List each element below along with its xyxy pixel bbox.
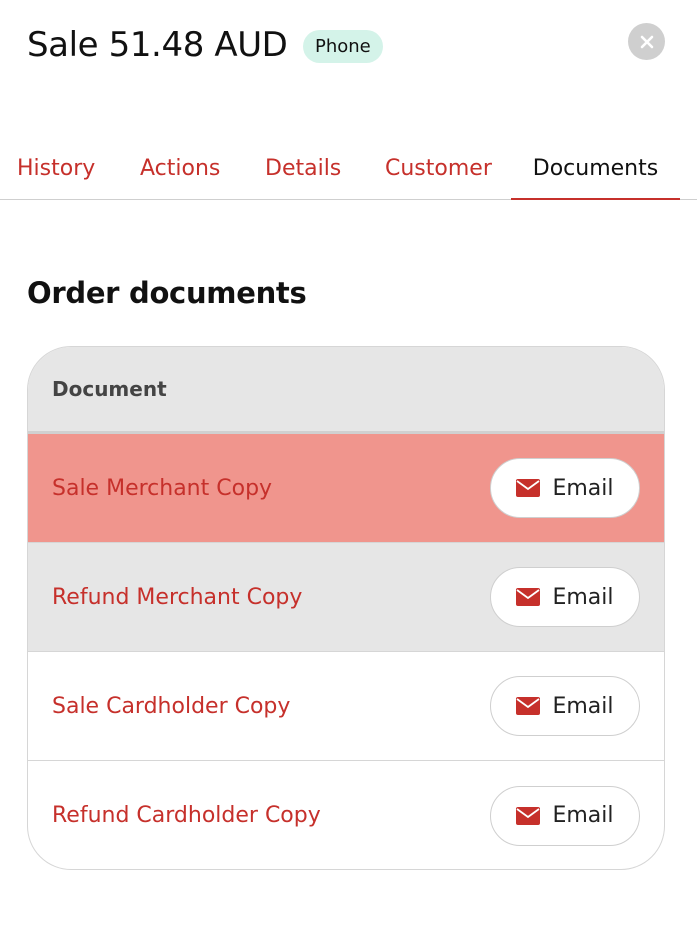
document-name: Sale Cardholder Copy <box>52 693 291 719</box>
envelope-icon <box>516 697 541 715</box>
document-name: Sale Merchant Copy <box>52 475 273 501</box>
close-icon <box>640 35 653 48</box>
email-button[interactable]: Email <box>490 785 640 846</box>
tab-documents[interactable]: Documents <box>511 150 680 200</box>
email-button-label: Email <box>552 584 614 610</box>
tab-customer[interactable]: Customer <box>385 150 492 200</box>
tab-details[interactable]: Details <box>265 150 341 200</box>
email-button-label: Email <box>552 475 614 501</box>
table-row[interactable]: Refund Cardholder Copy Email <box>28 761 664 869</box>
close-button[interactable] <box>628 23 665 60</box>
email-button[interactable]: Email <box>490 458 640 518</box>
page-title: Sale 51.48 AUD <box>27 25 288 65</box>
table-header: Document <box>28 347 664 434</box>
email-button[interactable]: Email <box>490 676 640 736</box>
documents-table: Document Sale Merchant Copy Email Refund… <box>27 346 665 870</box>
tab-bar: History Actions Details Customer Documen… <box>0 150 697 200</box>
table-row[interactable]: Sale Merchant Copy Email <box>28 434 664 543</box>
channel-badge: Phone <box>303 30 383 63</box>
order-detail-panel: Sale 51.48 AUD Phone History Actions Det… <box>0 0 697 949</box>
envelope-icon <box>516 806 541 825</box>
email-button-label: Email <box>552 693 614 719</box>
tab-actions[interactable]: Actions <box>140 150 220 200</box>
document-name: Refund Merchant Copy <box>52 584 303 610</box>
table-row[interactable]: Sale Cardholder Copy Email <box>28 652 664 761</box>
email-button[interactable]: Email <box>490 567 640 627</box>
table-row[interactable]: Refund Merchant Copy Email <box>28 543 664 652</box>
column-header-document: Document <box>52 377 167 401</box>
tab-history[interactable]: History <box>17 150 95 200</box>
document-name: Refund Cardholder Copy <box>52 803 321 828</box>
section-title: Order documents <box>27 276 307 310</box>
email-button-label: Email <box>552 803 614 828</box>
envelope-icon <box>516 479 541 497</box>
envelope-icon <box>516 588 541 606</box>
